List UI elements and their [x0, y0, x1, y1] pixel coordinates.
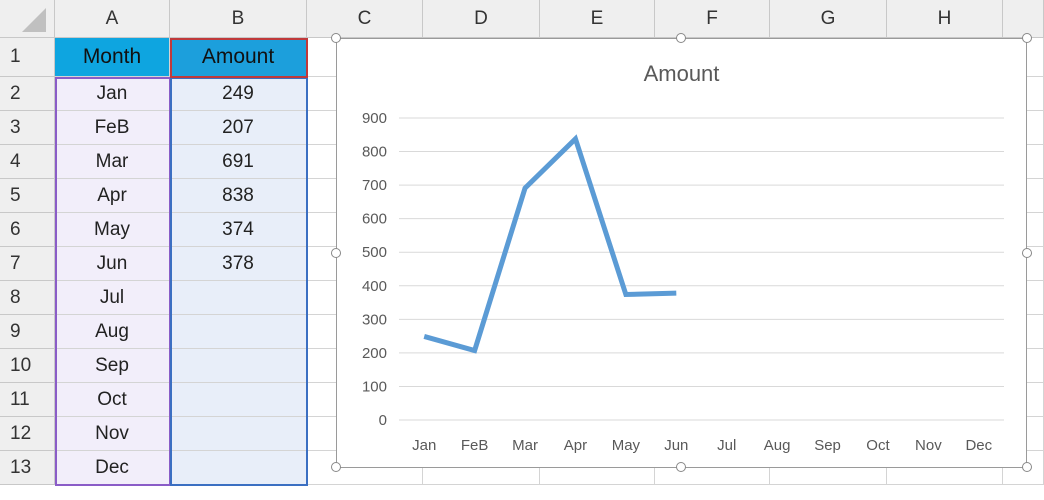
select-all-corner[interactable]	[0, 0, 55, 38]
header-cell-amount[interactable]: Amount	[170, 38, 307, 77]
amount-cell[interactable]	[170, 349, 307, 383]
column-header-extra[interactable]	[1003, 0, 1044, 38]
y-tick-label: 100	[362, 378, 387, 395]
y-tick-label: 600	[362, 211, 387, 228]
x-tick-label: Jul	[717, 437, 736, 454]
row-header-7[interactable]: 7	[0, 247, 55, 281]
chart-resize-handle[interactable]	[331, 462, 341, 472]
month-cell[interactable]: Aug	[55, 315, 170, 349]
month-cell[interactable]: Sep	[55, 349, 170, 383]
chart-resize-handle[interactable]	[676, 33, 686, 43]
header-cell-month[interactable]: Month	[55, 38, 170, 77]
chart-resize-handle[interactable]	[676, 462, 686, 472]
row-header-13[interactable]: 13	[0, 451, 55, 485]
plot-area: 0 100 200 300 400 500 600 700 800 900 Jan FeB Mar Apr…	[362, 110, 1004, 454]
amount-cell[interactable]: 249	[170, 77, 307, 111]
row-header-12[interactable]: 12	[0, 417, 55, 451]
row-header-2[interactable]: 2	[0, 77, 55, 111]
row-header-6[interactable]: 6	[0, 213, 55, 247]
row-header-11[interactable]: 11	[0, 383, 55, 417]
x-tick-label: Aug	[764, 437, 791, 454]
chart-resize-handle[interactable]	[1022, 33, 1032, 43]
month-cell[interactable]: Apr	[55, 179, 170, 213]
y-tick-label: 500	[362, 244, 387, 261]
month-cell[interactable]: FeB	[55, 111, 170, 145]
y-tick-label: 0	[379, 412, 387, 429]
x-tick-label: Oct	[866, 437, 890, 454]
row-header-9[interactable]: 9	[0, 315, 55, 349]
row-header-4[interactable]: 4	[0, 145, 55, 179]
line-chart[interactable]: Amount 0 100 200 300 400 500 600 700 800 900 Jan Fe…	[336, 38, 1027, 468]
column-header-C[interactable]: C	[307, 0, 423, 38]
row-header-10[interactable]: 10	[0, 349, 55, 383]
chart-resize-handle[interactable]	[1022, 248, 1032, 258]
y-tick-label: 400	[362, 278, 387, 295]
series-line-amount	[423, 134, 677, 354]
amount-cell[interactable]: 374	[170, 213, 307, 247]
month-cell[interactable]: May	[55, 213, 170, 247]
row-header-3[interactable]: 3	[0, 111, 55, 145]
column-header-H[interactable]: H	[887, 0, 1003, 38]
x-tick-label: May	[612, 437, 641, 454]
chart-resize-handle[interactable]	[331, 248, 341, 258]
month-cell[interactable]: Jan	[55, 77, 170, 111]
column-header-G[interactable]: G	[770, 0, 887, 38]
x-tick-label: Mar	[512, 437, 538, 454]
column-header-E[interactable]: E	[540, 0, 655, 38]
amount-cell[interactable]	[170, 417, 307, 451]
x-tick-label: FeB	[461, 437, 489, 454]
month-cell[interactable]: Oct	[55, 383, 170, 417]
amount-cell[interactable]: 207	[170, 111, 307, 145]
chart-resize-handle[interactable]	[331, 33, 341, 43]
amount-cell[interactable]	[170, 315, 307, 349]
amount-cell[interactable]: 691	[170, 145, 307, 179]
x-tick-label: Jun	[664, 437, 688, 454]
column-header-B[interactable]: B	[170, 0, 307, 38]
y-tick-label: 300	[362, 311, 387, 328]
month-cell[interactable]: Jul	[55, 281, 170, 315]
x-tick-label: Jan	[412, 437, 436, 454]
amount-cell[interactable]: 378	[170, 247, 307, 281]
chart-resize-handle[interactable]	[1022, 462, 1032, 472]
x-tick-label: Nov	[915, 437, 942, 454]
amount-cell[interactable]	[170, 451, 307, 485]
y-tick-label: 700	[362, 177, 387, 194]
row-header-1[interactable]: 1	[0, 38, 55, 77]
column-header-A[interactable]: A	[55, 0, 170, 38]
x-tick-label: Sep	[814, 437, 841, 454]
month-cell[interactable]: Nov	[55, 417, 170, 451]
y-tick-label: 200	[362, 345, 387, 362]
x-tick-label: Apr	[564, 437, 587, 454]
column-header-D[interactable]: D	[423, 0, 540, 38]
month-cell[interactable]: Mar	[55, 145, 170, 179]
month-cell[interactable]: Jun	[55, 247, 170, 281]
y-tick-label: 800	[362, 144, 387, 161]
row-header-5[interactable]: 5	[0, 179, 55, 213]
y-tick-label: 900	[362, 110, 387, 127]
select-all-icon	[22, 8, 46, 32]
column-header-F[interactable]: F	[655, 0, 770, 38]
month-cell[interactable]: Dec	[55, 451, 170, 485]
amount-cell[interactable]	[170, 383, 307, 417]
row-header-8[interactable]: 8	[0, 281, 55, 315]
x-tick-label: Dec	[965, 437, 992, 454]
amount-cell[interactable]	[170, 281, 307, 315]
amount-cell[interactable]: 838	[170, 179, 307, 213]
